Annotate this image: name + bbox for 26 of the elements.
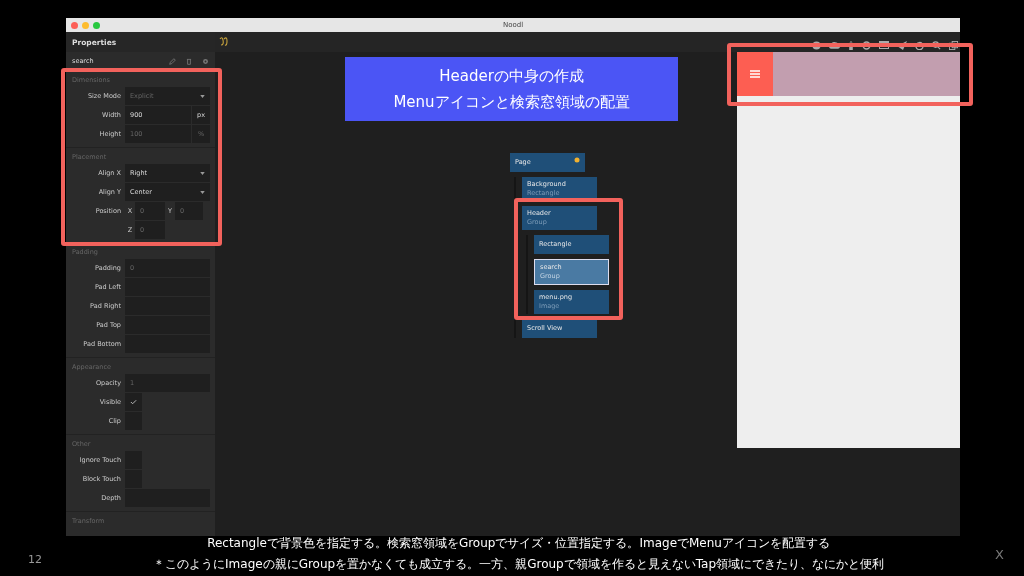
- trash-icon[interactable]: [186, 57, 192, 65]
- callout-text: Headerの中身の作成: [439, 67, 584, 85]
- logo-icon[interactable]: [219, 37, 229, 47]
- caret-icon: [200, 94, 205, 98]
- caption-text: ＊このようにImageの親にGroupを置かなくても成立する。一方、親Groupで領域を作ると見えないTap領域にできたり、なにかと便利: [153, 557, 885, 572]
- caret-icon: [200, 171, 205, 175]
- edit-icon[interactable]: [169, 57, 176, 65]
- menu-button[interactable]: [737, 52, 773, 96]
- copy-icon[interactable]: [949, 40, 958, 50]
- caption-text: Rectangleで背景色を指定する。検索窓領域をGroupでサイズ・位置指定する。ImageでMenuアイコンを配置する: [207, 536, 830, 551]
- close-button[interactable]: [71, 21, 78, 29]
- search-icon[interactable]: [932, 40, 941, 50]
- circle-icon[interactable]: [812, 40, 821, 50]
- minimize-button[interactable]: [82, 21, 89, 29]
- slide-number: 12: [28, 553, 42, 566]
- refresh-icon[interactable]: [915, 40, 924, 50]
- check-icon: [130, 399, 137, 405]
- monitor-icon[interactable]: [879, 40, 889, 50]
- menu-icon: [750, 70, 760, 78]
- caret-icon: [200, 190, 205, 194]
- zoom-button[interactable]: [93, 21, 100, 29]
- corner-mark: X: [995, 547, 1004, 562]
- checkbox[interactable]: [125, 393, 142, 411]
- settings-icon[interactable]: [202, 57, 209, 65]
- ring-icon[interactable]: [862, 40, 871, 50]
- callout-text: Menuアイコンと検索窓領域の配置: [393, 93, 630, 111]
